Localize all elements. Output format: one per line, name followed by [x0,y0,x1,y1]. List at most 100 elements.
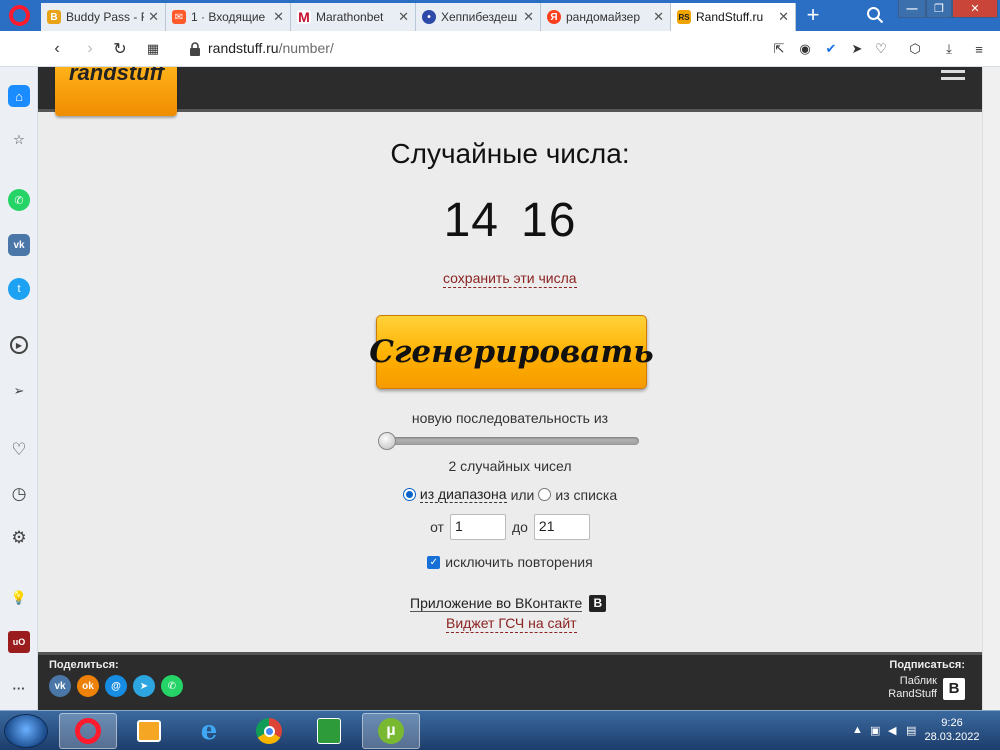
vk-icon[interactable]: vk [8,234,30,256]
maximize-window-button[interactable]: ❐ [926,0,952,18]
tab-close-icon[interactable]: ✕ [273,9,284,25]
range-mode-radio[interactable] [402,488,416,501]
range-from-input[interactable]: 1 [449,514,506,540]
vk-logo-icon[interactable]: В [589,595,607,612]
taskbar-utorrent[interactable]: µ [362,713,420,749]
site-footer: Поделиться: vk ok @ ➤ ✆ Подписаться: Паб… [38,652,982,710]
search-tabs-icon[interactable] [866,6,884,24]
clock-time: 9:26 [941,717,963,729]
favorites-heart-icon[interactable]: ♡ [8,439,30,461]
tab-yandex-randomizer[interactable]: Я рандомайзер ✕ [541,3,671,31]
adblock-shield-icon[interactable]: ✔ [822,40,840,58]
moimir-share-icon[interactable]: @ [105,675,127,697]
more-dots-icon[interactable]: ··· [8,677,30,699]
mode-or-text: или [510,486,535,503]
system-clock[interactable]: 9:26 28.03.2022 [924,716,980,744]
home-icon[interactable]: ⌂ [8,85,30,107]
chrome-icon [256,718,282,744]
back-arrow-icon[interactable]: ‹ [47,39,67,59]
close-window-button[interactable]: ✕ [952,0,998,18]
tab-mail[interactable]: ✉ 1 · Входящие ✕ [166,3,291,31]
extensions-cube-icon[interactable]: ⬡ [906,40,924,58]
minimize-window-button[interactable]: — [898,0,926,18]
lock-icon[interactable] [188,41,202,57]
url-field[interactable]: randstuff.ru/number/ [208,40,334,56]
taskbar-chrome[interactable] [240,713,298,749]
downloads-icon[interactable]: ⤓ [940,40,958,58]
forward-arrow-icon[interactable]: › [80,39,100,59]
list-mode-radio[interactable] [538,488,552,501]
whatsapp-share-icon[interactable]: ✆ [161,675,183,697]
clock-date: 28.03.2022 [924,731,980,743]
tips-bulb-icon[interactable]: 💡 [8,587,30,609]
vk-public-icon[interactable]: В [943,678,965,700]
mail-favicon-icon: ✉ [172,10,186,24]
settings-gear-icon[interactable]: ⚙ [8,527,30,549]
bookmark-heart-icon[interactable]: ♡ [872,40,890,58]
url-host: randstuff.ru [208,40,279,56]
tab-close-icon[interactable]: ✕ [778,9,789,25]
tab-marathonbet[interactable]: M Marathonbet ✕ [291,3,416,31]
tab-buddy-pass[interactable]: B Buddy Pass - F ✕ [41,3,166,31]
site-header: randstuff [38,67,982,116]
speed-dial-grid-icon[interactable]: ▦ [143,39,163,59]
sound-icon[interactable]: ◀ [888,724,902,738]
marathon-favicon-icon: M [297,9,311,25]
url-path: /number/ [278,40,334,56]
share-page-icon[interactable]: ⇱ [770,40,788,58]
vk-app-link[interactable]: Приложение во ВКонтакте [410,595,583,612]
save-numbers-link[interactable]: сохранить эти числа [443,270,577,288]
count-slider[interactable] [378,432,639,450]
tab-close-icon[interactable]: ✕ [523,9,534,25]
share-label: Поделиться: [49,659,119,671]
snapshot-camera-icon[interactable]: ◉ [796,40,814,58]
tray-expand-icon[interactable]: ▲ [852,724,866,738]
tab-close-icon[interactable]: ✕ [398,9,409,25]
tab-close-icon[interactable]: ✕ [148,9,159,25]
exclude-repeats-label[interactable]: исключить повторения [445,554,592,570]
page-scrollbar[interactable] [982,67,1000,710]
site-logo[interactable]: randstuff [55,67,177,116]
taskbar-media-player[interactable] [120,713,178,749]
tab-close-icon[interactable]: ✕ [653,9,664,25]
new-tab-button[interactable]: + [802,4,824,27]
ok-share-icon[interactable]: ok [77,675,99,697]
public-label[interactable]: Паблик RandStuff [857,675,937,701]
hamburger-menu-icon[interactable] [941,70,965,80]
list-mode-label[interactable]: из списка [555,487,617,503]
vk-share-icon[interactable]: vk [49,675,71,697]
whatsapp-icon[interactable]: ✆ [8,189,30,211]
tab-label: Marathonbet [316,10,384,24]
send-flow-icon[interactable]: ➤ [848,40,866,58]
bookmarks-star-icon[interactable]: ☆ [8,129,30,151]
tab-label: RandStuff.ru [696,10,764,24]
easy-setup-menu-icon[interactable]: ≡ [970,40,988,58]
history-clock-icon[interactable]: ◷ [8,483,30,505]
subscribe-label: Подписаться: [889,659,965,671]
slider-handle[interactable] [378,432,396,450]
twitter-icon[interactable]: t [8,278,30,300]
tab-randstuff[interactable]: RS RandStuff.ru ✕ [671,3,796,31]
vk-app-row: Приложение во ВКонтакте В [410,595,607,612]
ublock-icon[interactable]: uO [8,631,30,653]
to-label: до [511,519,528,535]
flow-send-icon[interactable]: ➢ [8,380,30,402]
network-icon[interactable]: ▣ [870,724,884,738]
widget-link[interactable]: Виджет ГСЧ на сайт [446,615,577,633]
range-to-input[interactable]: 21 [533,514,590,540]
taskbar-ie[interactable]: e [180,713,238,749]
telegram-share-icon[interactable]: ➤ [133,675,155,697]
mode-selector: из диапазона или из списка [38,486,982,503]
language-icon[interactable]: ▤ [906,724,920,738]
taskbar-app[interactable] [300,713,358,749]
yandex-favicon-icon: Я [547,10,561,24]
range-mode-label[interactable]: из диапазона [419,486,507,503]
taskbar-opera[interactable] [59,713,117,749]
reload-icon[interactable]: ↻ [110,39,130,59]
exclude-repeats-checkbox[interactable]: ✓ [427,555,441,569]
opera-menu-icon[interactable] [9,5,30,26]
player-icon[interactable]: ▶ [10,336,28,354]
generate-button[interactable]: Сгенерировать [369,315,654,389]
start-button[interactable] [4,714,48,748]
tab-happy-birthday[interactable]: • Хеппибездеш ✕ [416,3,541,31]
